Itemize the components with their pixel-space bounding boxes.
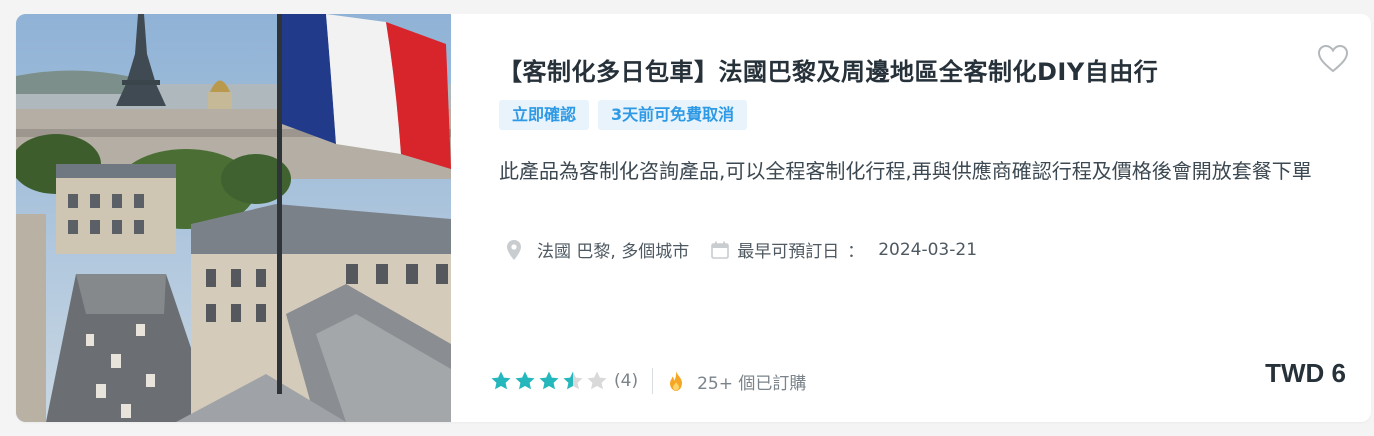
- booked-count: 25+ 個已訂購: [697, 373, 807, 394]
- fire-icon: [670, 371, 683, 391]
- rating-stars: [490, 370, 608, 392]
- star-icon: [539, 371, 559, 390]
- product-photo[interactable]: [16, 14, 451, 422]
- tag-instant-confirm: 立即確認: [499, 100, 590, 130]
- earliest-booking-label: 最早可預訂日: [737, 242, 840, 262]
- product-title[interactable]: 【客制化多日包車】法國巴黎及周邊地區全客制化DIY自由行: [498, 52, 1278, 87]
- paris-photo-illustration: [16, 14, 451, 422]
- star-icon: [563, 371, 583, 390]
- earliest-booking-separator: ：: [847, 242, 865, 262]
- heart-outline-icon[interactable]: [1317, 44, 1349, 74]
- product-price: TWD 6: [1265, 358, 1346, 388]
- product-info: 【客制化多日包車】法國巴黎及周邊地區全客制化DIY自由行 立即確認 3天前可免費…: [451, 14, 1371, 422]
- tag-free-cancellation: 3天前可免費取消: [598, 100, 748, 130]
- footer-divider: [652, 368, 654, 394]
- star-icon: [587, 371, 607, 390]
- calendar-icon: [711, 241, 730, 259]
- star-icon: [491, 371, 511, 390]
- product-footer: (4) 25+ 個已訂購: [490, 368, 806, 394]
- star-icon: [515, 371, 535, 390]
- feature-tags: 立即確認 3天前可免費取消: [499, 100, 748, 130]
- product-meta: 法國 巴黎, 多個城市 最早可預訂日 ： 2024-03-21: [507, 237, 977, 262]
- map-pin-icon: [507, 239, 521, 260]
- product-description: 此產品為客制化咨詢產品,可以全程客制化行程,再與供應商確認行程及價格後會開放套餐…: [499, 159, 1312, 183]
- product-card[interactable]: 【客制化多日包車】法國巴黎及周邊地區全客制化DIY自由行 立即確認 3天前可免費…: [16, 14, 1371, 422]
- location-text: 法國 巴黎, 多個城市: [537, 242, 690, 262]
- earliest-booking-date: 2024-03-21: [878, 239, 978, 260]
- review-count: (4): [614, 371, 639, 391]
